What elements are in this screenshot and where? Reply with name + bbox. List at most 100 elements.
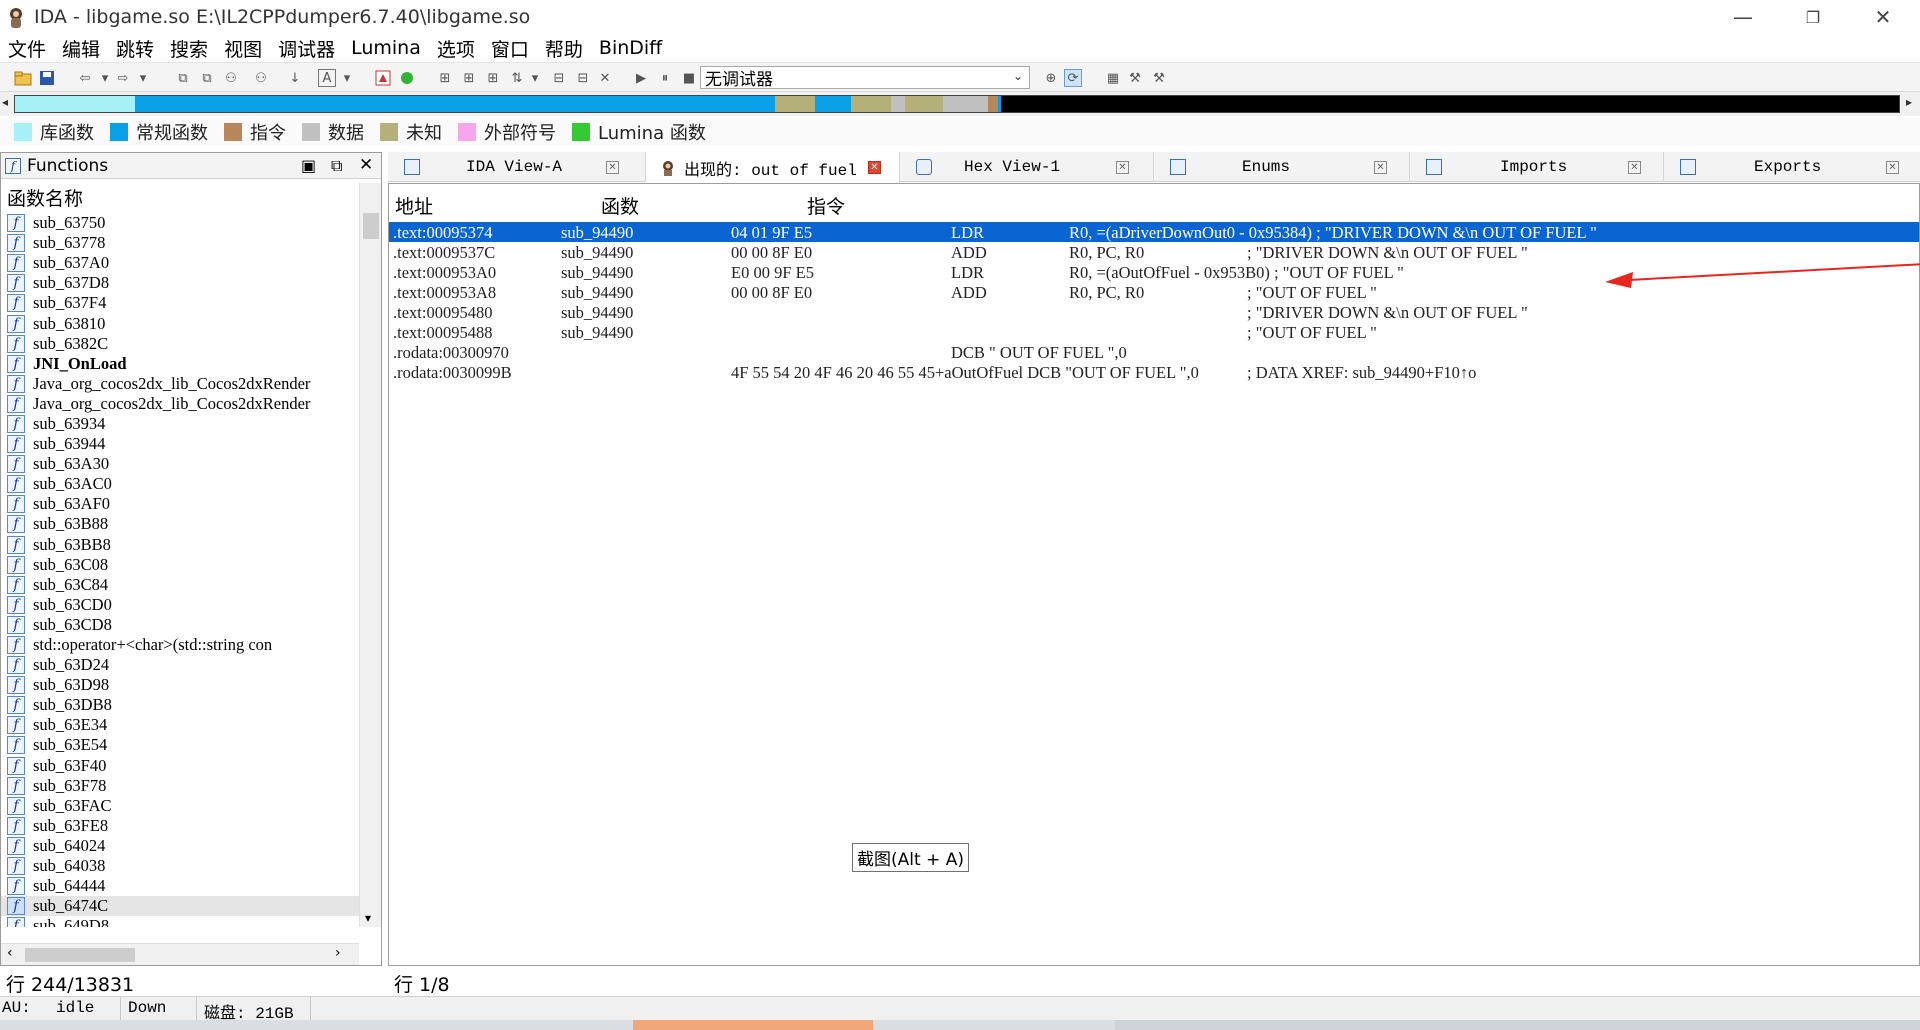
function-name-column-header[interactable]: 函数名称 <box>1 183 381 211</box>
attach-icon[interactable]: ⊕ <box>1042 69 1060 87</box>
function-list-item[interactable]: f sub_63F40 <box>1 756 359 776</box>
function-list-item[interactable]: f sub_63D24 <box>1 655 359 675</box>
function-list-item[interactable]: f sub_64444 <box>1 876 359 896</box>
close-button[interactable]: ✕ <box>1848 0 1918 34</box>
function-list-item[interactable]: f sub_63C08 <box>1 555 359 575</box>
functions-horizontal-scrollbar[interactable]: ‹ › <box>1 943 359 965</box>
scrollbar-thumb[interactable] <box>363 213 379 239</box>
function-list-item[interactable]: f sub_63778 <box>1 233 359 253</box>
play-icon[interactable]: ▶ <box>632 69 650 87</box>
tab-exports[interactable]: Exports ✕ <box>1664 152 1920 182</box>
chevron-down-icon[interactable]: ▾ <box>96 69 114 87</box>
function-list-item[interactable]: f sub_63BB8 <box>1 535 359 555</box>
stop-icon[interactable]: ■ <box>680 69 698 87</box>
menu-file[interactable]: 文件 <box>8 35 46 62</box>
function-list-item[interactable]: f sub_63D98 <box>1 675 359 695</box>
refresh-icon[interactable]: ⟳ <box>1064 69 1082 87</box>
function-list-item[interactable]: f JNI_OnLoad <box>1 354 359 374</box>
function-list-item[interactable]: f sub_63B88 <box>1 514 359 534</box>
graph-icon[interactable] <box>374 69 392 87</box>
paste-icon[interactable]: ⧉ <box>198 69 216 87</box>
search-direction[interactable]: Down <box>128 999 166 1017</box>
function-list-item[interactable]: f sub_63A30 <box>1 454 359 474</box>
pause-icon[interactable]: ⏸ <box>656 69 674 87</box>
debugger-select[interactable]: 无调试器 ⌄ <box>700 66 1030 90</box>
navigation-band[interactable] <box>14 95 1900 113</box>
function-list-item[interactable]: f sub_63810 <box>1 313 359 333</box>
function-list-item[interactable]: f sub_63FAC <box>1 796 359 816</box>
function-list-item[interactable]: f sub_63C84 <box>1 575 359 595</box>
function-list-item[interactable]: f sub_63CD8 <box>1 615 359 635</box>
function-list-item[interactable]: f sub_6382C <box>1 334 359 354</box>
scrollbar-thumb[interactable] <box>25 948 135 962</box>
scroll-left-icon[interactable]: ‹ <box>7 945 13 961</box>
float-panel-icon[interactable]: ⧉ <box>331 156 342 176</box>
function-list-item[interactable]: f sub_63AF0 <box>1 494 359 514</box>
tab-close-icon[interactable]: ✕ <box>1374 161 1387 174</box>
function-list-item[interactable]: f sub_637D8 <box>1 273 359 293</box>
menu-jump[interactable]: 跳转 <box>116 35 154 62</box>
binoculars-next-icon[interactable]: ⚇ <box>252 69 270 87</box>
nav-left-arrow-icon[interactable]: ◂ <box>2 95 8 109</box>
stack-icon[interactable]: ⊞ <box>484 69 502 87</box>
close-panel-icon[interactable]: ✕ <box>359 155 373 175</box>
patch-icon[interactable]: ⊟ <box>574 69 592 87</box>
function-list-item[interactable]: f sub_63E34 <box>1 715 359 735</box>
function-list-item[interactable]: f sub_6474C <box>1 896 359 917</box>
tab-occurrences[interactable]: 出现的: out of fuel ✕ <box>646 152 900 183</box>
result-row[interactable]: .text:00095480 sub_94490 ; "DRIVER DOWN &\… <box>389 302 1919 322</box>
menu-debugger[interactable]: 调试器 <box>278 35 335 62</box>
chevron-down-icon[interactable]: ▾ <box>526 69 544 87</box>
tab-enums[interactable]: Enums ✕ <box>1154 152 1410 182</box>
function-list-item[interactable]: f sub_63AC0 <box>1 474 359 494</box>
function-list-item[interactable]: f sub_637A0 <box>1 253 359 273</box>
function-list-item[interactable]: f Java_org_cocos2dx_lib_Cocos2dxRender <box>1 394 359 414</box>
menu-window[interactable]: 窗口 <box>491 35 529 62</box>
tab-close-icon[interactable]: ✕ <box>1116 161 1129 174</box>
minimize-button[interactable]: — <box>1708 0 1778 34</box>
open-folder-icon[interactable] <box>14 69 32 87</box>
function-list-item[interactable]: f Java_org_cocos2dx_lib_Cocos2dxRender <box>1 374 359 394</box>
chevron-down-icon[interactable]: ▾ <box>338 69 356 87</box>
menu-help[interactable]: 帮助 <box>545 35 583 62</box>
chevron-down-icon[interactable]: ▾ <box>134 69 152 87</box>
menu-options[interactable]: 选项 <box>437 35 475 62</box>
function-list-item[interactable]: f sub_64024 <box>1 836 359 856</box>
nav-right-arrow-icon[interactable]: ▸ <box>1906 95 1912 109</box>
down-arrow-icon[interactable]: ↓ <box>286 69 304 87</box>
function-list-item[interactable]: f sub_63F78 <box>1 776 359 796</box>
calendar-icon[interactable]: ▦ <box>1104 69 1122 87</box>
result-row[interactable]: .rodata:0030099B 4F 55 54 20 4F 46 20 46 … <box>389 362 1919 382</box>
function-list-item[interactable]: f sub_63CD0 <box>1 595 359 615</box>
scroll-right-icon[interactable]: › <box>335 945 341 961</box>
function-list-item[interactable]: f std::operator+<char>(std::string con <box>1 635 359 655</box>
function-list-item[interactable]: f sub_649D8 <box>1 916 359 927</box>
restore-button[interactable]: ❐ <box>1778 0 1848 34</box>
tools-icon[interactable]: ⚒ <box>1150 69 1168 87</box>
struct-icon[interactable]: ⊟ <box>550 69 568 87</box>
column-header-instruction[interactable]: 指令 <box>807 192 845 219</box>
menu-edit[interactable]: 编辑 <box>62 35 100 62</box>
function-list-item[interactable]: f sub_63DB8 <box>1 695 359 715</box>
column-header-address[interactable]: 地址 <box>395 192 433 219</box>
function-list-item[interactable]: f sub_64038 <box>1 856 359 876</box>
menu-lumina[interactable]: Lumina <box>351 37 421 59</box>
edit-function-icon[interactable]: ⊞ <box>460 69 478 87</box>
create-function-icon[interactable]: ⊞ <box>436 69 454 87</box>
tab-close-icon[interactable]: ✕ <box>1628 161 1641 174</box>
functions-vertical-scrollbar[interactable]: ▾ <box>359 183 381 927</box>
menu-bindiff[interactable]: BinDiff <box>599 37 662 59</box>
maximize-panel-icon[interactable]: ▣ <box>301 156 316 175</box>
forward-arrow-icon[interactable]: ⇨ <box>114 69 132 87</box>
tab-close-icon[interactable]: ✕ <box>1886 161 1899 174</box>
column-header-function[interactable]: 函数 <box>601 192 639 219</box>
menu-view[interactable]: 视图 <box>224 35 262 62</box>
text-format-icon[interactable]: A <box>318 69 336 87</box>
menu-search[interactable]: 搜索 <box>170 35 208 62</box>
function-list-item[interactable]: f sub_63750 <box>1 213 359 233</box>
save-icon[interactable] <box>38 69 56 87</box>
result-row[interactable]: .rodata:00300970 DCB " OUT OF FUEL ",0 <box>389 342 1919 362</box>
tab-close-icon[interactable]: ✕ <box>868 161 881 174</box>
function-list-item[interactable]: f sub_637F4 <box>1 293 359 313</box>
tab-hex-view[interactable]: Hex View-1 ✕ <box>900 152 1154 182</box>
